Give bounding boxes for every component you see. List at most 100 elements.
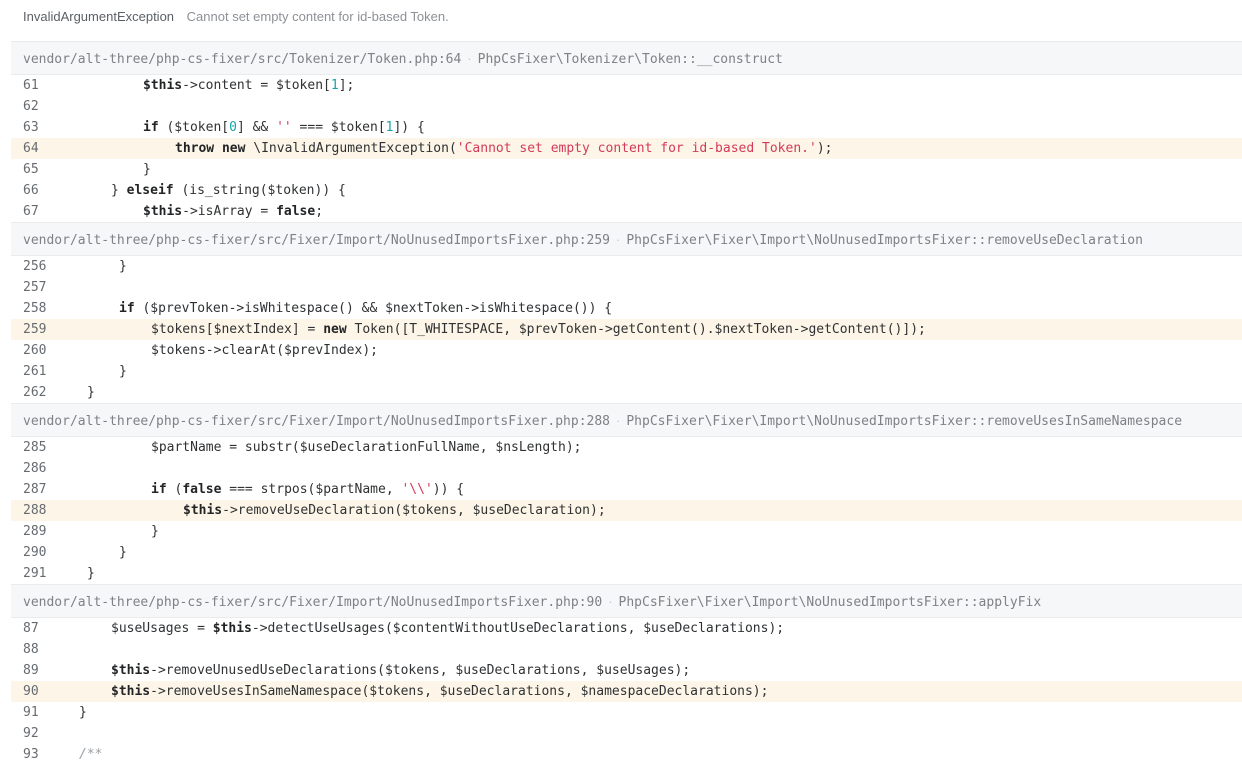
code-token: $partName = substr($useDeclarationFullNa… bbox=[151, 440, 582, 455]
line-number: 288 bbox=[23, 503, 47, 518]
code-token: elseif bbox=[126, 183, 174, 198]
code-token: $useUsages = bbox=[111, 621, 213, 636]
code-line-highlighted: 288 $this->removeUseDeclaration($tokens, … bbox=[11, 500, 1242, 521]
line-number: 287 bbox=[23, 482, 47, 497]
code-line-highlighted: 64 throw new \InvalidArgumentException('C… bbox=[11, 138, 1242, 159]
line-number: 290 bbox=[23, 545, 47, 560]
code-line: 291} bbox=[11, 563, 1242, 584]
code-line: 285 $partName = substr($useDeclarationFul… bbox=[11, 437, 1242, 458]
frame-method: PhpCsFixer\Fixer\Import\NoUnusedImportsF… bbox=[626, 233, 1143, 248]
code-token: $this bbox=[111, 684, 151, 699]
line-number: 87 bbox=[23, 621, 39, 636]
line-code: } bbox=[119, 542, 127, 563]
line-code: $this->removeUseDeclaration($tokens, $us… bbox=[183, 500, 606, 521]
code-token: ($token[ bbox=[158, 120, 230, 135]
code-token: ->removeUsesInSameNamespace($tokens, $us… bbox=[150, 684, 769, 699]
code-line: 258 if ($prevToken->isWhitespace() && $ne… bbox=[11, 298, 1242, 319]
line-code: $this->removeUnusedUseDeclarations($toke… bbox=[111, 660, 690, 681]
line-number: 63 bbox=[23, 120, 39, 135]
line-code: /** bbox=[79, 744, 102, 765]
code-token: if bbox=[143, 120, 159, 135]
separator-dot-icon: · bbox=[608, 594, 613, 609]
code-token: } bbox=[151, 524, 159, 539]
line-code: } bbox=[119, 361, 127, 382]
line-number: 62 bbox=[23, 99, 39, 114]
line-number: 66 bbox=[23, 183, 39, 198]
code-token: false bbox=[276, 204, 316, 219]
code-token: ->detectUseUsages($contentWithoutUseDecl… bbox=[251, 621, 785, 636]
frame-method: PhpCsFixer\Fixer\Import\NoUnusedImportsF… bbox=[626, 414, 1183, 429]
code-snippet: 256} 257 258 if ($prevToken->isWhitespace()… bbox=[11, 256, 1242, 403]
line-number: 91 bbox=[23, 705, 39, 720]
code-token: '' bbox=[276, 120, 292, 135]
code-token: 'Cannot set empty content for id-based T… bbox=[456, 141, 817, 156]
code-token: ($prevToken->isWhitespace() && $nextToke… bbox=[134, 301, 613, 316]
line-number: 258 bbox=[23, 301, 47, 316]
code-token: (is_string($token)) { bbox=[173, 183, 346, 198]
line-number: 259 bbox=[23, 322, 47, 337]
line-code: $this->content = $token[1]; bbox=[143, 75, 354, 96]
code-snippet: 285 $partName = substr($useDeclarationFul… bbox=[11, 437, 1242, 584]
exception-message: Cannot set empty content for id-based To… bbox=[186, 9, 449, 24]
line-number: 92 bbox=[23, 726, 39, 741]
code-token: ->removeUnusedUseDeclarations($tokens, $… bbox=[150, 663, 691, 678]
line-number: 90 bbox=[23, 684, 39, 699]
frame-file-path[interactable]: vendor/alt-three/php-cs-fixer/src/Fixer/… bbox=[23, 414, 610, 429]
line-code: } elseif (is_string($token)) { bbox=[111, 180, 346, 201]
code-token: if bbox=[119, 301, 135, 316]
frame-file-path[interactable]: vendor/alt-three/php-cs-fixer/src/Tokeni… bbox=[23, 52, 461, 67]
code-token: $this bbox=[183, 503, 223, 518]
code-token: === strpos($partName, bbox=[221, 482, 402, 497]
frame-method: PhpCsFixer\Fixer\Import\NoUnusedImportsF… bbox=[618, 595, 1042, 610]
code-line: 63 if ($token[0] && '' === $token[1]) { bbox=[11, 117, 1242, 138]
code-token: ]) { bbox=[393, 120, 425, 135]
line-number: 261 bbox=[23, 364, 47, 379]
code-line: 66} elseif (is_string($token)) { bbox=[11, 180, 1242, 201]
code-token: $tokens->clearAt($prevIndex); bbox=[151, 343, 378, 358]
code-token: } bbox=[111, 183, 127, 198]
line-code: throw new \InvalidArgumentException('Can… bbox=[175, 138, 832, 159]
code-token: $tokens[$nextIndex] = bbox=[151, 322, 324, 337]
line-code: $tokens[$nextIndex] = new Token([T_WHITE… bbox=[151, 319, 926, 340]
separator-dot-icon: · bbox=[616, 413, 621, 428]
code-line: 88 bbox=[11, 639, 1242, 660]
line-number: 286 bbox=[23, 461, 47, 476]
code-token: new bbox=[221, 141, 246, 156]
code-token: Token([T_WHITESPACE, $prevToken->getCont… bbox=[346, 322, 926, 337]
code-line: 89 $this->removeUnusedUseDeclarations($to… bbox=[11, 660, 1242, 681]
code-token: ->removeUseDeclaration($tokens, $useDecl… bbox=[222, 503, 606, 518]
code-snippet: 61 $this->content = $token[1]; 62 63 if ($to… bbox=[11, 75, 1242, 222]
code-token: $this bbox=[143, 78, 183, 93]
frame-file-path[interactable]: vendor/alt-three/php-cs-fixer/src/Fixer/… bbox=[23, 233, 610, 248]
frame-file-path[interactable]: vendor/alt-three/php-cs-fixer/src/Fixer/… bbox=[23, 595, 602, 610]
frame-header[interactable]: vendor/alt-three/php-cs-fixer/src/Fixer/… bbox=[11, 584, 1242, 618]
line-code: $partName = substr($useDeclarationFullNa… bbox=[151, 437, 581, 458]
frame-header[interactable]: vendor/alt-three/php-cs-fixer/src/Fixer/… bbox=[11, 222, 1242, 256]
code-token: 0 bbox=[229, 120, 237, 135]
code-token: false bbox=[182, 482, 222, 497]
code-token: )) { bbox=[432, 482, 465, 497]
code-token: $this bbox=[111, 663, 151, 678]
line-number: 256 bbox=[23, 259, 47, 274]
code-line: 65} bbox=[11, 159, 1242, 180]
line-code: if ($token[0] && '' === $token[1]) { bbox=[143, 117, 425, 138]
line-number: 289 bbox=[23, 524, 47, 539]
line-code: } bbox=[79, 702, 87, 723]
code-token: } bbox=[79, 705, 87, 720]
code-line: 262} bbox=[11, 382, 1242, 403]
code-token: /** bbox=[79, 747, 103, 762]
stack-frames: vendor/alt-three/php-cs-fixer/src/Tokeni… bbox=[11, 41, 1242, 765]
code-token: if bbox=[151, 482, 167, 497]
frame-header[interactable]: vendor/alt-three/php-cs-fixer/src/Fixer/… bbox=[11, 403, 1242, 437]
line-code: } bbox=[143, 159, 151, 180]
exception-summary: InvalidArgumentException Cannot set empt… bbox=[23, 8, 449, 26]
code-token: '\\' bbox=[401, 482, 433, 497]
code-line: 257 bbox=[11, 277, 1242, 298]
code-token: ]; bbox=[338, 78, 355, 93]
code-line: 286 bbox=[11, 458, 1242, 479]
code-token: } bbox=[119, 259, 127, 274]
code-token: === $token[ bbox=[291, 120, 386, 135]
line-number: 291 bbox=[23, 566, 47, 581]
frame-header[interactable]: vendor/alt-three/php-cs-fixer/src/Tokeni… bbox=[11, 41, 1242, 75]
code-line: 261} bbox=[11, 361, 1242, 382]
